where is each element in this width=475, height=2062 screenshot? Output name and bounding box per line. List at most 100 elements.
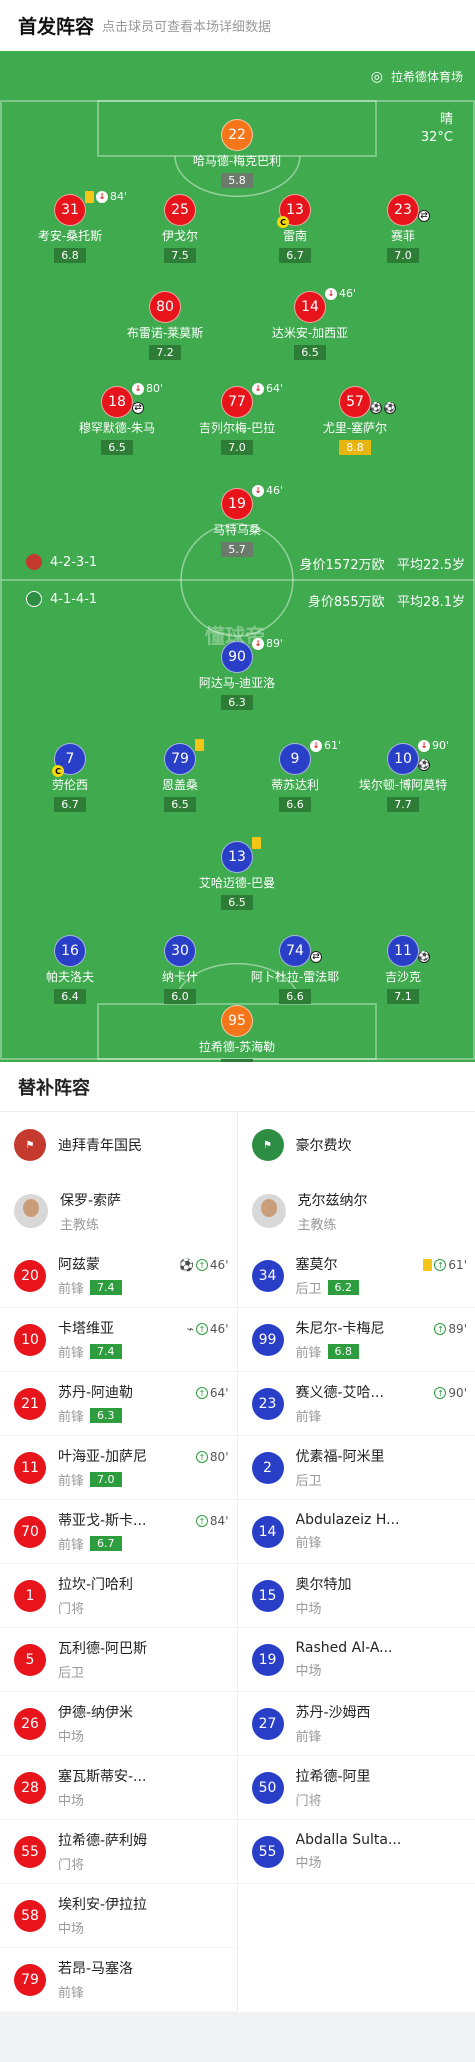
yellow-card-icon xyxy=(423,1259,432,1271)
sub-player-position: 前锋 xyxy=(296,1406,322,1425)
sub-player-meta: 前锋 xyxy=(296,1532,400,1551)
sub-player-row[interactable]: 34塞莫尔后卫6.2↑61' xyxy=(238,1244,475,1308)
assist-icon: ⌁ xyxy=(187,1322,194,1336)
home-team-row[interactable]: ⚑ 迪拜青年国民 xyxy=(0,1112,237,1178)
sub-player-row[interactable]: 2优素福-阿米里后卫 xyxy=(238,1436,475,1500)
sub-player-number: 10 xyxy=(14,1324,46,1356)
player-number: 80 xyxy=(149,291,181,323)
sub-player-meta: 后卫 xyxy=(296,1470,385,1489)
sub-player-row[interactable]: 50拉希德-阿里门将 xyxy=(238,1756,475,1820)
sub-player-number: 50 xyxy=(252,1772,284,1804)
sub-off-icon: ↓ xyxy=(325,288,337,300)
sub-player-row[interactable]: 1拉坎-门哈利门将 xyxy=(0,1564,237,1628)
sub-event: ↑90' xyxy=(434,1386,467,1400)
player-rating: 7.0 xyxy=(387,248,419,263)
sub-player-row[interactable]: 15奥尔特加中场 xyxy=(238,1564,475,1628)
away-coach-row[interactable]: 克尔兹纳尔 主教练 xyxy=(238,1178,475,1244)
away-coach-name: 克尔兹纳尔 xyxy=(298,1190,368,1210)
sub-player-row[interactable]: 28塞瓦斯蒂安-...中场 xyxy=(0,1756,237,1820)
sub-player-meta: 前锋 xyxy=(296,1726,371,1745)
player-home-6[interactable]: 14↓46'达米安-加西亚6.5 xyxy=(245,291,375,360)
sub-event: ⌁↑46' xyxy=(187,1322,229,1336)
player-rating: 5.8 xyxy=(221,173,253,188)
player-badges: ⇄ xyxy=(418,210,430,222)
player-away-4[interactable]: 10↓90'⚽埃尔顿-博阿莫特7.7 xyxy=(338,743,468,812)
player-number: 77 xyxy=(221,386,253,418)
home-team-logo: ⚑ xyxy=(14,1129,46,1161)
sub-player-row[interactable]: 10卡塔维亚前锋7.4⌁↑46' xyxy=(0,1308,237,1372)
player-name: 尤里-塞萨尔 xyxy=(290,421,420,436)
player-rating: 6.5 xyxy=(294,345,326,360)
player-away-7[interactable]: 30纳卡什6.0 xyxy=(115,935,245,1004)
sub-player-row[interactable]: 14Abdulazeiz H...前锋 xyxy=(238,1500,475,1564)
home-coach-name: 保罗-索萨 xyxy=(60,1190,121,1210)
away-team-row[interactable]: ⚑ 豪尔费坎 xyxy=(238,1112,475,1178)
sub-player-number: 79 xyxy=(14,1964,46,1996)
player-away-5[interactable]: 13艾哈迈德-巴曼6.5 xyxy=(172,841,302,910)
sub-player-meta: 门将 xyxy=(58,1854,147,1873)
sub-player-name: 叶海亚-加萨尼 xyxy=(58,1446,147,1466)
sub-player-row[interactable]: 5瓦利德-阿巴斯后卫 xyxy=(0,1628,237,1692)
player-home-8[interactable]: 77↓64'吉列尔梅-巴拉7.0 xyxy=(172,386,302,455)
coach-role: 主教练 xyxy=(298,1214,368,1233)
sub-player-row[interactable]: 70蒂亚戈-斯卡...前锋6.7↑84' xyxy=(0,1500,237,1564)
sub-player-row[interactable]: 58埃利安-伊拉拉中场 xyxy=(0,1884,237,1948)
player-home-5[interactable]: 80布雷诺-莱莫斯7.2 xyxy=(100,291,230,360)
player-rating: 6.0 xyxy=(164,989,196,1004)
sub-minute: 46' xyxy=(210,1258,229,1272)
sub-player-row[interactable]: 79若昂-马塞洛前锋 xyxy=(0,1948,237,2012)
stadium-icon: ◎ xyxy=(371,69,383,85)
player-number: 31 xyxy=(54,194,86,226)
sub-event: ↑84' xyxy=(196,1514,229,1528)
sub-player-row[interactable]: 21苏丹-阿迪勒前锋6.3↑64' xyxy=(0,1372,237,1436)
player-rating: 7.7 xyxy=(387,797,419,812)
pitch: ◎ 拉希德体育场 晴 32°C 懂球帝 4-2-3-1 身价1572万欧 平均2… xyxy=(0,51,475,1062)
sub-player-meta: 前锋7.4 xyxy=(58,1342,122,1361)
sub-minute: 46' xyxy=(210,1322,229,1336)
sub-player-row[interactable]: 27苏丹-沙姆西前锋 xyxy=(238,1692,475,1756)
sub-player-name: 苏丹-沙姆西 xyxy=(296,1702,371,1722)
sub-player-name: 朱尼尔-卡梅尼 xyxy=(296,1318,385,1338)
player-name: 马特乌桑 xyxy=(172,523,302,538)
player-number: 11 xyxy=(387,935,419,967)
player-badges: ⇄ xyxy=(132,402,144,414)
sub-minute: 64' xyxy=(266,382,283,395)
sub-player-position: 前锋 xyxy=(58,1342,84,1361)
player-away-10[interactable]: 95拉希德-苏海勒6.4 xyxy=(172,1005,302,1062)
sub-player-row[interactable]: 20阿兹蒙前锋7.4⚽↑46' xyxy=(0,1244,237,1308)
player-home-10[interactable]: 19↓46'马特乌桑5.7 xyxy=(172,488,302,557)
sub-player-meta: 后卫6.2 xyxy=(296,1278,360,1297)
sub-player-meta: 中场 xyxy=(296,1660,393,1679)
player-away-9[interactable]: 11⚽吉沙克7.1 xyxy=(338,935,468,1004)
player-away-2[interactable]: 79恩盖桑6.5 xyxy=(115,743,245,812)
sub-player-meta: 中场 xyxy=(296,1852,402,1871)
sub-player-number: 14 xyxy=(252,1516,284,1548)
goal-icon: ⚽ xyxy=(384,402,396,414)
sub-player-row[interactable]: 55拉希德-萨利姆门将 xyxy=(0,1820,237,1884)
sub-player-name: 优素福-阿米里 xyxy=(296,1446,385,1466)
player-home-9[interactable]: 57⚽⚽尤里-塞萨尔8.8 xyxy=(290,386,420,455)
sub-player-row[interactable]: 23赛义德-艾哈...前锋↑90' xyxy=(238,1372,475,1436)
sub-player-row[interactable]: 26伊德-纳伊米中场 xyxy=(0,1692,237,1756)
player-number: 25 xyxy=(164,194,196,226)
player-home-7[interactable]: 18↓80'⇄穆罕默德-朱马6.5 xyxy=(52,386,182,455)
player-events: ↓80' xyxy=(132,382,163,395)
sub-minute: 46' xyxy=(266,484,283,497)
captain-icon: C xyxy=(52,765,64,777)
sub-player-rating: 7.0 xyxy=(90,1472,122,1487)
player-number: 22 xyxy=(221,119,253,151)
player-away-0[interactable]: 90↓89'阿达马-迪亚洛6.3 xyxy=(172,641,302,710)
home-coach-row[interactable]: 保罗-索萨 主教练 xyxy=(0,1178,237,1244)
sub-player-row[interactable]: 99朱尼尔-卡梅尼前锋6.8↑89' xyxy=(238,1308,475,1372)
yellow-card-icon xyxy=(85,191,94,203)
sub-player-number: 55 xyxy=(252,1836,284,1868)
sub-on-icon: ↑ xyxy=(196,1387,208,1399)
sub-player-row[interactable]: 55Abdalla Sulta...中场 xyxy=(238,1820,475,1884)
sub-player-row[interactable]: 19Rashed Al-A...中场 xyxy=(238,1628,475,1692)
player-home-0[interactable]: 22哈马德-梅克巴利5.8 xyxy=(172,119,302,188)
sub-player-number: 21 xyxy=(14,1388,46,1420)
sub-player-row[interactable]: 11叶海亚-加萨尼前锋7.0↑80' xyxy=(0,1436,237,1500)
player-home-4[interactable]: 23⇄赛菲7.0 xyxy=(338,194,468,263)
player-rating: 6.6 xyxy=(279,797,311,812)
player-home-2[interactable]: 25伊戈尔7.5 xyxy=(115,194,245,263)
